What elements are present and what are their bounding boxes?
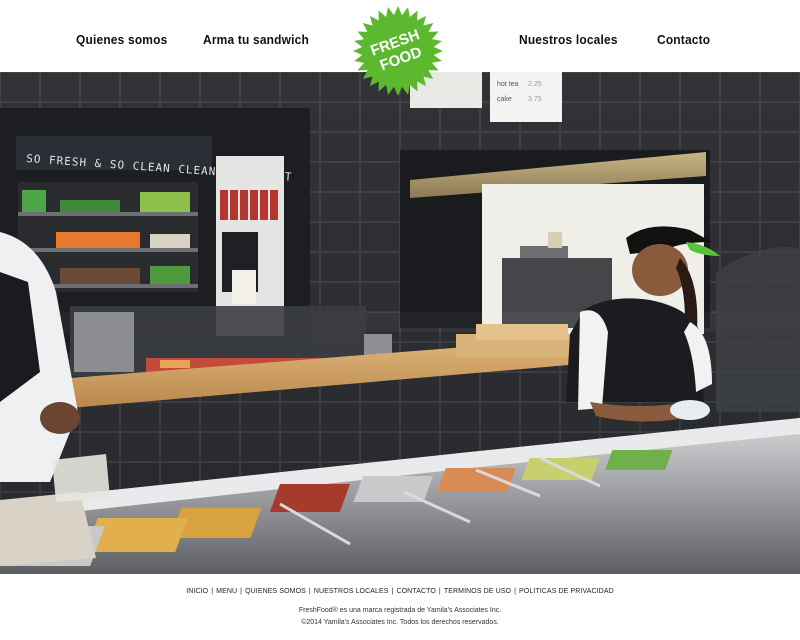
footer-nav: INICIO | MENU | QUIENES SOMOS | NUESTROS LOCAL… [186, 588, 614, 595]
nav-contacto[interactable]: Contacto [657, 32, 710, 47]
svg-text:cake: cake [497, 96, 512, 103]
footer-link-nuestros-locales[interactable]: NUESTROS LOCALES [314, 588, 389, 595]
svg-text:hot tea: hot tea [497, 81, 519, 88]
restaurant-counter-illustration: hot tea cake 2.25 3.75 SO FRESH & SO CLE… [0, 72, 800, 574]
svg-text:3.75: 3.75 [528, 96, 542, 103]
footer-link-quienes-somos[interactable]: QUIENES SOMOS [245, 588, 306, 595]
nav-quienes-somos[interactable]: Quienes somos [76, 32, 167, 47]
footer-copyright: ©2014 Yamila's Associates Inc. Todos los… [301, 619, 499, 626]
footer-link-menu[interactable]: MENU [216, 588, 237, 595]
nav-arma-tu-sandwich[interactable]: Arma tu sandwich [203, 32, 309, 47]
footer-trademark: FreshFood® es una marca registrada de Ya… [298, 607, 502, 614]
hero-photo: hot tea cake 2.25 3.75 SO FRESH & SO CLE… [0, 72, 800, 574]
footer-link-terminos-de-uso[interactable]: TERMINOS DE USO [444, 588, 511, 595]
footer-link-politicas-de-privacidad[interactable]: POLITICAS DE PRIVACIDAD [519, 588, 614, 595]
footer-link-inicio[interactable]: INICIO [186, 588, 208, 595]
svg-text:2.25: 2.25 [528, 81, 542, 88]
site-footer: INICIO | MENU | QUIENES SOMOS | NUESTROS LOCAL… [0, 574, 800, 640]
footer-link-contacto[interactable]: CONTACTO [396, 588, 435, 595]
fresh-food-logo[interactable]: FRESH FOOD [352, 5, 444, 97]
nav-nuestros-locales[interactable]: Nuestros locales [519, 32, 618, 47]
